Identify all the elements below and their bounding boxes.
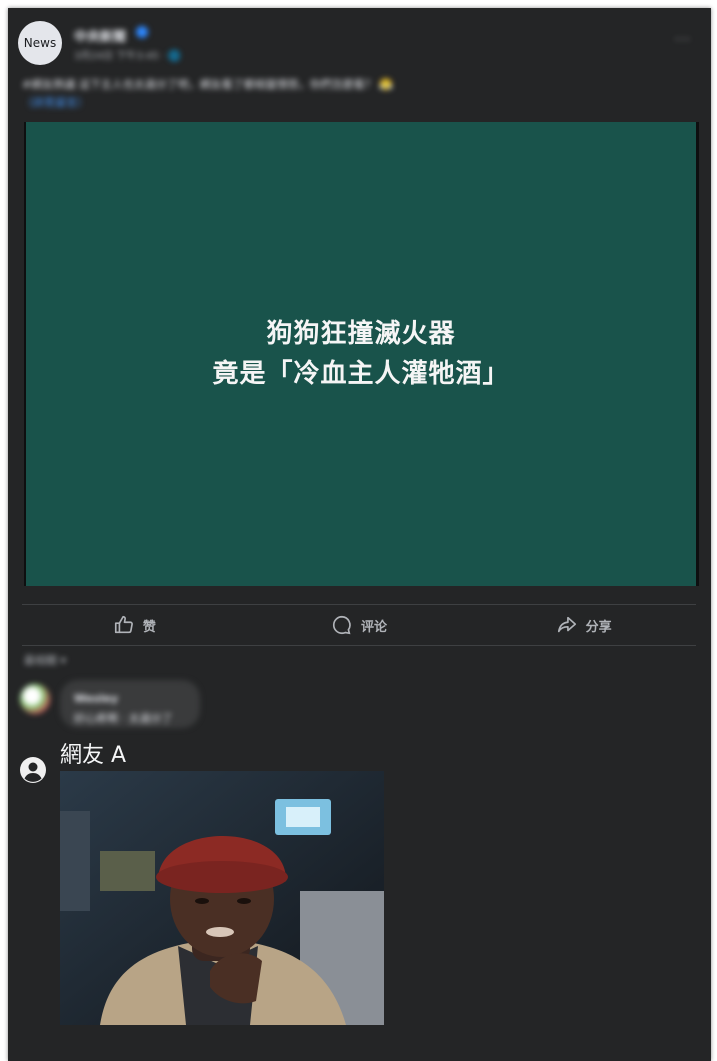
- avatar-label: News: [23, 36, 57, 50]
- action-bar: 赞 评论 分享: [22, 604, 696, 646]
- user-icon[interactable]: [19, 756, 47, 784]
- comment-label: 评论: [361, 619, 388, 635]
- video-title-line-1: 狗狗狂撞滅火器: [266, 319, 456, 349]
- comment-text: 好心疼啊 · 太過分了: [74, 712, 173, 725]
- post-header: News 中央新聞 3月24日 下午3:45 · 🌐 ··· #網友熱議 這下主…: [8, 8, 711, 123]
- video-title-line-2: 竟是「冷血主人灌牠酒」: [212, 359, 510, 389]
- like-label: 赞: [142, 619, 156, 635]
- commenter-name-2[interactable]: 網友 A: [60, 737, 126, 769]
- like-icon: [114, 615, 133, 634]
- comment-sort[interactable]: 最相關 ▾: [24, 652, 66, 668]
- caption-line-2[interactable]: （詳見留言）: [22, 94, 442, 112]
- comment-button[interactable]: 评论: [247, 605, 472, 645]
- share-button[interactable]: 分享: [471, 605, 696, 645]
- video-thumbnail[interactable]: 狗狗狂撞滅火器 竟是「冷血主人灌牠酒」: [24, 122, 699, 586]
- meme-image[interactable]: [60, 771, 384, 1025]
- post-caption: #網友熱議 這下主人也太過分了吧，網友看了都相當憤怒，你們怎麼看？ 😤 （詳見留…: [22, 76, 442, 112]
- post-card: News 中央新聞 3月24日 下午3:45 · 🌐 ··· #網友熱議 這下主…: [8, 8, 711, 1061]
- caption-line-1: #網友熱議 這下主人也太過分了吧，網友看了都相當憤怒，你們怎麼看？ 😤: [22, 78, 393, 91]
- meme-illustration: [60, 771, 384, 1025]
- page-avatar[interactable]: News: [18, 21, 62, 65]
- commenter-avatar[interactable]: [20, 684, 50, 714]
- post-time[interactable]: 3月24日 下午3:45 · 🌐: [74, 47, 181, 62]
- more-icon[interactable]: ···: [675, 32, 691, 48]
- share-icon: [557, 616, 576, 633]
- comment-icon: [333, 615, 351, 635]
- verified-icon: [136, 26, 148, 38]
- like-button[interactable]: 赞: [22, 605, 247, 645]
- page-name[interactable]: 中央新聞: [74, 26, 126, 45]
- share-label: 分享: [585, 619, 612, 635]
- commenter-name[interactable]: Wesley: [74, 692, 118, 705]
